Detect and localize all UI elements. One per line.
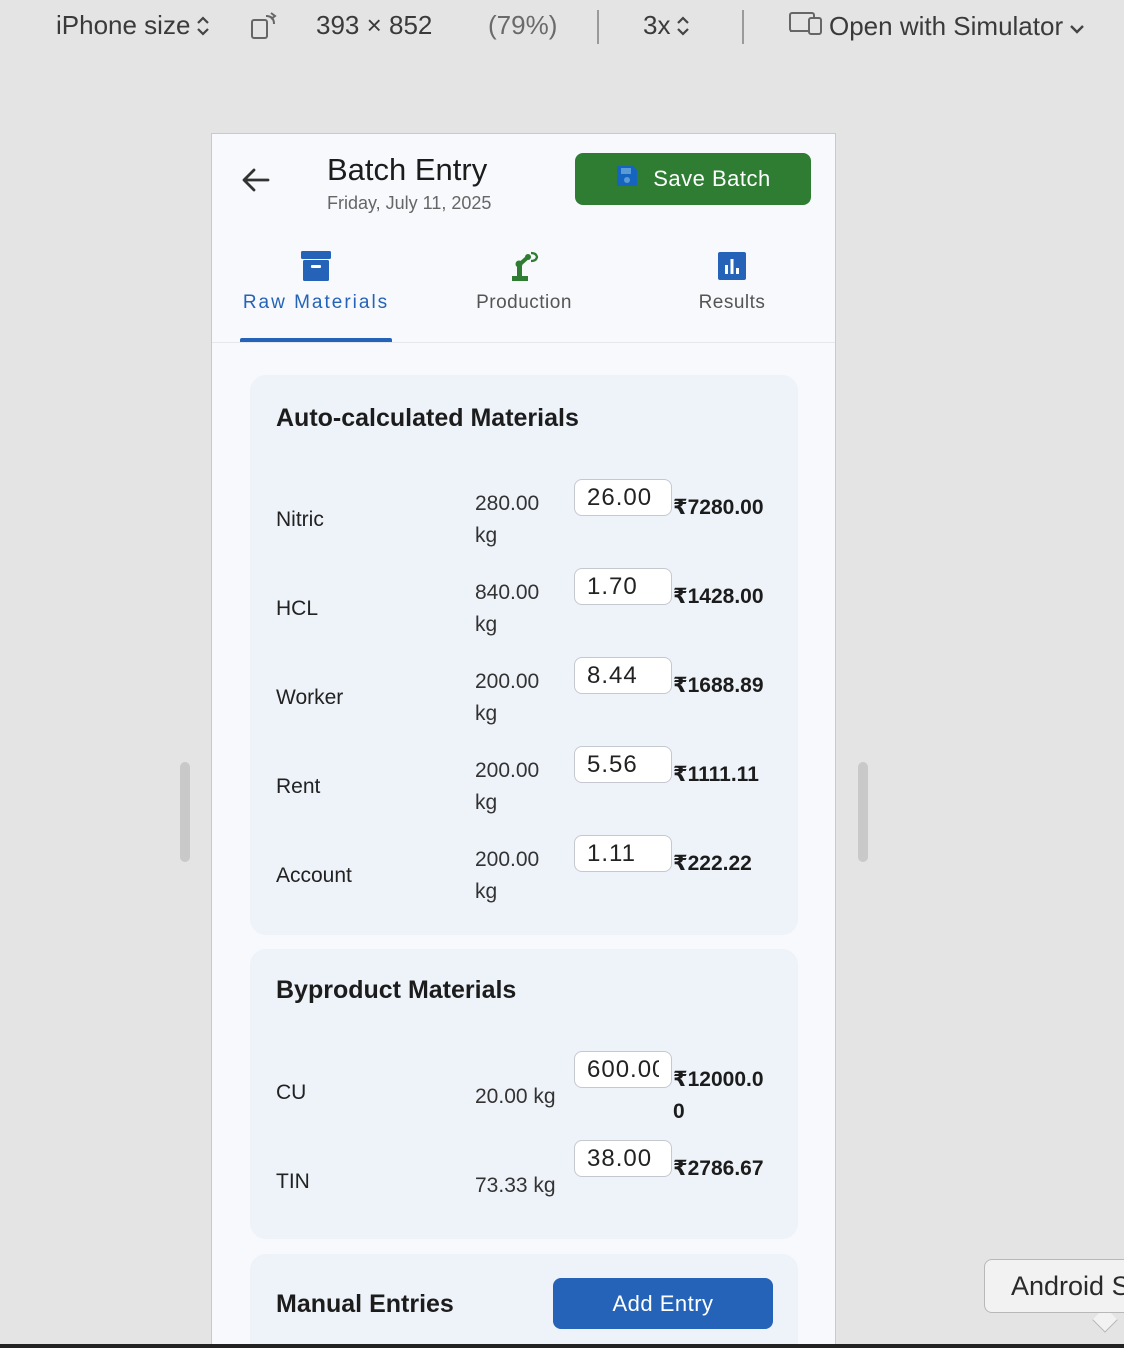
material-row: Nitric 280.00 kg ₹7280.00 <box>250 479 798 569</box>
page-title: Batch Entry <box>327 152 488 187</box>
material-row: HCL 840.00 kg ₹1428.00 <box>250 568 798 658</box>
save-icon <box>615 164 639 194</box>
back-arrow-icon[interactable] <box>238 162 274 198</box>
devices-icon <box>789 10 823 43</box>
material-amount: ₹1111.11 <box>673 763 759 786</box>
android-tooltip[interactable]: Android S <box>984 1259 1124 1313</box>
rate-input[interactable] <box>574 568 672 605</box>
open-with-label: Open with Simulator <box>829 11 1064 41</box>
card-title: Auto-calculated Materials <box>276 404 579 432</box>
open-with-simulator-button[interactable]: Open with Simulator <box>789 10 1085 43</box>
material-row: Worker 200.00 kg ₹1688.89 <box>250 657 798 747</box>
add-entry-button[interactable]: Add Entry <box>553 1278 773 1329</box>
tab-label: Results <box>698 292 766 313</box>
material-quantity: 280.00 kg <box>475 492 540 547</box>
material-quantity: 200.00 kg <box>475 848 540 903</box>
page-date: Friday, July 11, 2025 <box>327 193 492 213</box>
archive-icon <box>298 248 334 284</box>
material-name: Rent <box>276 775 321 798</box>
material-amount: ₹1688.89 <box>673 674 764 697</box>
material-quantity: 200.00 kg <box>475 670 540 725</box>
rate-input[interactable] <box>574 1051 672 1088</box>
material-quantity: 200.00 kg <box>475 759 540 814</box>
material-name: Nitric <box>276 508 324 531</box>
dimensions-readout: 393 × 852 <box>316 10 433 40</box>
device-toolbar: iPhone size 393 × 852 (79%) 3x Open with… <box>0 0 1124 56</box>
tab-label: Raw Materials <box>242 292 390 313</box>
rotate-icon[interactable] <box>250 12 278 40</box>
material-name: TIN <box>276 1170 310 1193</box>
material-row: Account 200.00 kg ₹222.22 <box>250 835 798 925</box>
material-amount: ₹2786.67 <box>673 1157 764 1180</box>
rate-input[interactable] <box>574 657 672 694</box>
scale-select[interactable]: 3x <box>643 10 690 41</box>
device-size-label: iPhone size <box>56 10 191 40</box>
divider <box>742 10 744 44</box>
material-name: Account <box>276 864 352 887</box>
material-amount: ₹222.22 <box>673 852 752 875</box>
save-batch-label: Save Batch <box>653 166 771 191</box>
tab-raw-materials[interactable]: Raw Materials <box>212 234 420 342</box>
material-quantity: 840.00 kg <box>475 581 540 636</box>
chevron-down-icon <box>1069 11 1085 42</box>
auto-calculated-card: Auto-calculated Materials Nitric 280.00 k… <box>250 375 798 935</box>
tab-bar: Raw Materials Production Results <box>212 234 835 343</box>
material-amount: ₹7280.00 <box>673 496 764 519</box>
tab-results[interactable]: Results <box>628 234 835 342</box>
rate-input[interactable] <box>574 479 672 516</box>
tab-label: Production <box>476 292 572 313</box>
bar-chart-icon <box>714 248 750 284</box>
chevron-updown-icon <box>196 15 210 37</box>
material-name: HCL <box>276 597 319 620</box>
card-title: Byproduct Materials <box>276 976 517 1004</box>
chevron-updown-icon <box>676 15 690 37</box>
save-batch-button[interactable]: Save Batch <box>575 153 811 205</box>
material-row: TIN73.33 kg₹2786.67 <box>250 1140 798 1230</box>
divider <box>0 1344 1124 1348</box>
resize-handle-left[interactable] <box>180 762 190 862</box>
active-tab-indicator <box>240 338 392 342</box>
material-name: Worker <box>276 686 344 709</box>
card-title: Manual Entries <box>276 1290 454 1318</box>
rate-input[interactable] <box>574 835 672 872</box>
divider <box>597 10 599 44</box>
material-amount: ₹1428.00 <box>673 585 764 608</box>
material-amount: ₹12000.00 <box>673 1068 764 1123</box>
rate-input[interactable] <box>574 1140 672 1177</box>
resize-handle-right[interactable] <box>858 762 868 862</box>
rate-input[interactable] <box>574 746 672 783</box>
material-row: CU20.00 kg₹12000.00 <box>250 1051 798 1141</box>
scale-label: 3x <box>643 10 671 40</box>
manual-entries-card: Manual Entries Add Entry <box>250 1254 798 1348</box>
material-name: CU <box>276 1081 307 1104</box>
app-bar: Batch Entry Friday, July 11, 2025 Save B… <box>212 134 835 234</box>
phone-screen: Batch Entry Friday, July 11, 2025 Save B… <box>211 133 836 1348</box>
device-size-select[interactable]: iPhone size <box>56 10 210 41</box>
zoom-readout: (79%) <box>488 10 558 40</box>
byproduct-card: Byproduct Materials CU20.00 kg₹12000.00T… <box>250 949 798 1239</box>
robot-arm-icon <box>506 248 542 284</box>
tab-production[interactable]: Production <box>420 234 628 342</box>
material-row: Rent 200.00 kg ₹1111.11 <box>250 746 798 836</box>
